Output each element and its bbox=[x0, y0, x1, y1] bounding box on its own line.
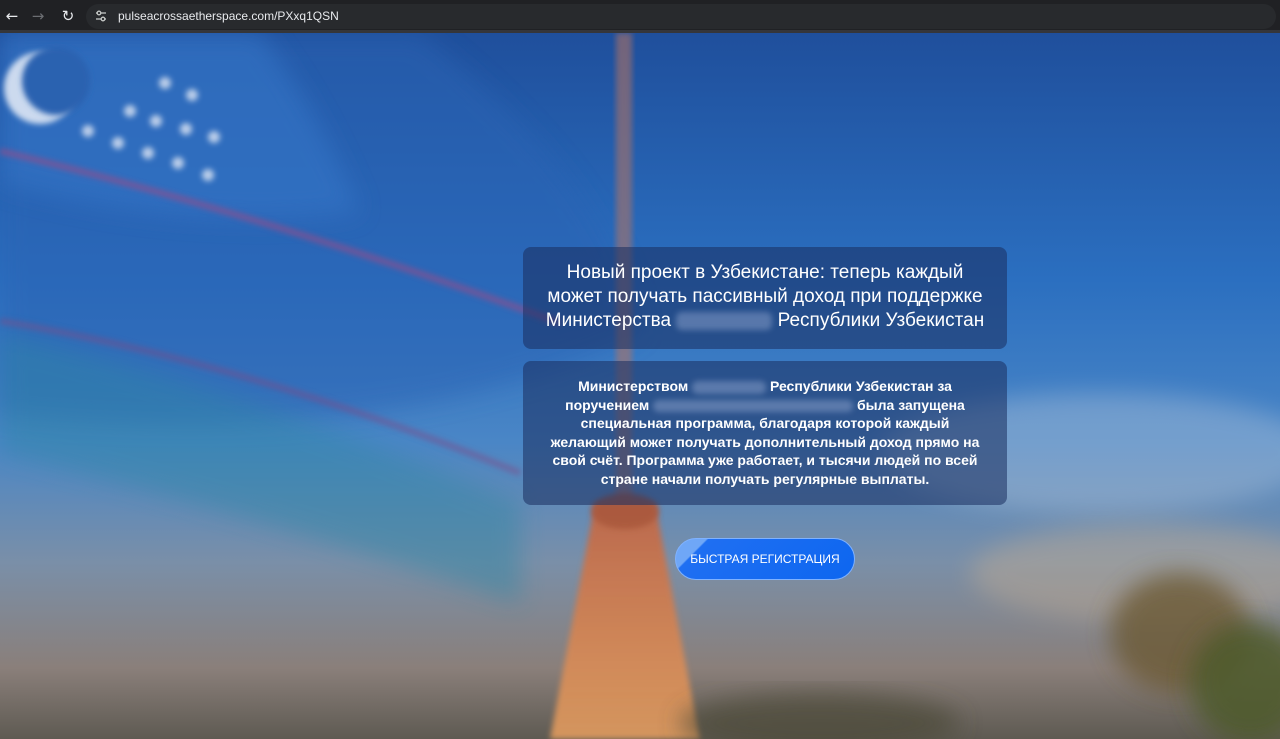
description-card: Министерством . Республики Узбекистан за… bbox=[523, 361, 1007, 505]
back-arrow-icon[interactable]: ← bbox=[2, 6, 22, 26]
headline-text-part2: Республики Узбекистан bbox=[777, 310, 985, 331]
browser-toolbar: ← → ↻ pulseacrossaetherspace.com/PXxq1QS… bbox=[0, 0, 1280, 33]
reload-icon[interactable]: ↻ bbox=[58, 6, 78, 26]
address-bar[interactable]: pulseacrossaetherspace.com/PXxq1QSN bbox=[86, 4, 1276, 29]
redacted-blur: . bbox=[692, 381, 767, 394]
forward-arrow-icon[interactable]: → bbox=[28, 6, 48, 26]
headline-card: Новый проект в Узбекистане: теперь кажды… bbox=[523, 247, 1007, 349]
redacted-blur: . bbox=[676, 312, 773, 330]
site-info-icon[interactable] bbox=[94, 9, 108, 23]
redacted-blur: . bbox=[653, 399, 854, 413]
quick-registration-button[interactable]: БЫСТРАЯ РЕГИСТРАЦИЯ bbox=[675, 538, 855, 580]
description-text-part1: Министерством bbox=[578, 378, 689, 394]
landing-page: Новый проект в Узбекистане: теперь кажды… bbox=[0, 33, 1280, 739]
url-text[interactable]: pulseacrossaetherspace.com/PXxq1QSN bbox=[118, 9, 339, 24]
